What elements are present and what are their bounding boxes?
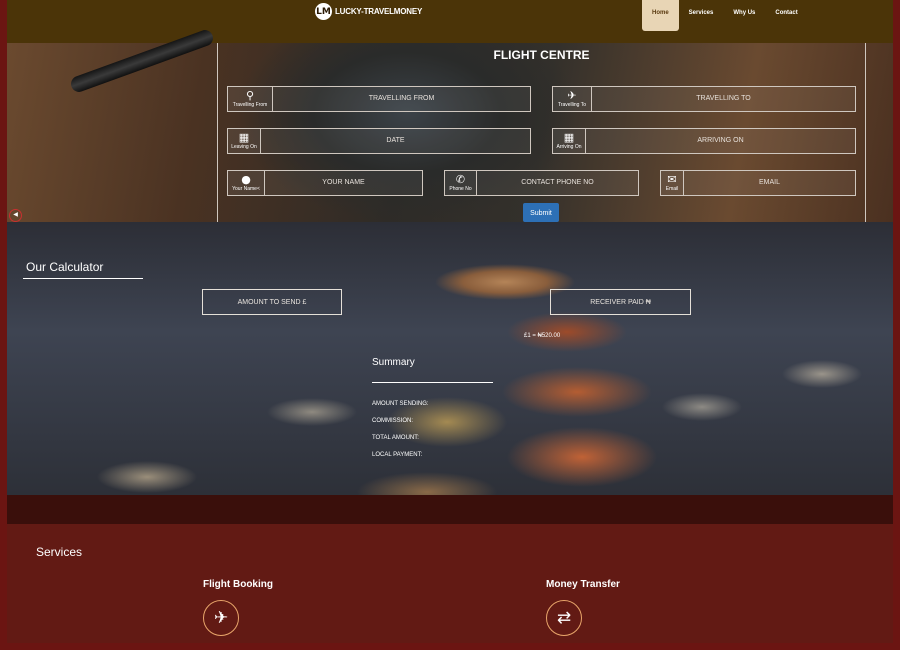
flight-centre-section: ◀ FLIGHT CENTRE ⚲ Travelling From TRAVEL… [7, 27, 893, 222]
your-name-input[interactable]: YOUR NAME [265, 170, 423, 196]
phone-label: Phone No [449, 186, 472, 192]
plane-icon[interactable]: ✈ [203, 600, 239, 636]
email-label: Email [665, 186, 679, 192]
phone-group: ✆ Phone No CONTACT PHONE NO [444, 170, 639, 196]
leaving-on-label: Leaving On [231, 144, 257, 150]
email-icon-box: ✉ Email [660, 170, 684, 196]
arriving-on-group: ▦ Arriving On ARRIVING ON [552, 128, 856, 154]
email-input[interactable]: EMAIL [684, 170, 856, 196]
brand-name: LUCKY-TRAVELMONEY [335, 7, 423, 16]
summary-title: Summary [372, 357, 415, 368]
travelling-to-label: Travelling To [557, 102, 587, 108]
logo-badge: LM [315, 3, 332, 20]
leaving-on-group: ▦ Leaving On DATE [227, 128, 531, 154]
phone-icon: ✆ [455, 173, 466, 186]
service-flight-booking-label[interactable]: Flight Booking [203, 579, 273, 590]
summary-local-payment: LOCAL PAYMENT: [372, 452, 423, 458]
your-name-group: ● Your Name< YOUR NAME [227, 170, 423, 196]
exchange-rate-text: £1 = ₦520.00 [524, 333, 561, 339]
travelling-to-icon-box: ✈ Travelling To [552, 86, 592, 112]
amount-to-send-input[interactable]: AMOUNT TO SEND £ [202, 289, 342, 315]
arriving-on-label: Arriving On [556, 144, 582, 150]
nav-item-contact[interactable]: Contact [765, 0, 807, 31]
services-title: Services [36, 545, 83, 559]
top-navbar: LM LUCKY-TRAVELMONEY Home Services Why U… [7, 0, 893, 43]
service-money-transfer-label[interactable]: Money Transfer [546, 579, 620, 590]
travelling-to-input[interactable]: TRAVELLING TO [592, 86, 856, 112]
calendar-icon: ▦ [238, 131, 250, 144]
leaving-date-input[interactable]: DATE [261, 128, 531, 154]
map-marker-icon: ⚲ [245, 89, 255, 102]
nav-menu: Home Services Why Us Contact [642, 0, 808, 31]
nav-item-services[interactable]: Services [679, 0, 724, 31]
summary-commission: COMMISSION: [372, 418, 414, 424]
plane-icon: ✈ [567, 89, 577, 102]
nav-item-why-us[interactable]: Why Us [723, 0, 765, 31]
page-frame: LM LUCKY-TRAVELMONEY Home Services Why U… [7, 0, 893, 643]
calendar-icon: ▦ [563, 131, 575, 144]
your-name-label: Your Name< [232, 186, 260, 192]
submit-button[interactable]: Submit [523, 203, 559, 222]
travelling-from-icon-box: ⚲ Travelling From [227, 86, 273, 112]
travelling-from-group: ⚲ Travelling From TRAVELLING FROM [227, 86, 531, 112]
summary-underline [372, 382, 493, 383]
your-name-icon-box: ● Your Name< [227, 170, 265, 196]
phone-icon-box: ✆ Phone No [444, 170, 477, 196]
section-divider-band [7, 495, 893, 524]
phone-input[interactable]: CONTACT PHONE NO [477, 170, 639, 196]
summary-amount-sending: AMOUNT SENDING: [372, 401, 429, 407]
flight-form-panel: FLIGHT CENTRE ⚲ Travelling From TRAVELLI… [217, 43, 866, 222]
exchange-icon[interactable]: ⇄ [546, 600, 582, 636]
travelling-from-input[interactable]: TRAVELLING FROM [273, 86, 531, 112]
brand-logo[interactable]: LM LUCKY-TRAVELMONEY [315, 3, 422, 20]
arriving-on-icon-box: ▦ Arriving On [552, 128, 586, 154]
envelope-icon: ✉ [667, 173, 677, 186]
travelling-to-group: ✈ Travelling To TRAVELLING TO [552, 86, 856, 112]
user-icon: ● [241, 173, 251, 186]
calculator-section: Our Calculator AMOUNT TO SEND £ RECEIVER… [7, 222, 893, 495]
summary-total-amount: TOTAL AMOUNT: [372, 435, 419, 441]
email-group: ✉ Email EMAIL [660, 170, 856, 196]
flight-centre-title: FLIGHT CENTRE [493, 48, 590, 62]
arriving-date-input[interactable]: ARRIVING ON [586, 128, 856, 154]
slider-prev-arrow[interactable]: ◀ [9, 209, 22, 222]
calculator-title: Our Calculator [26, 260, 104, 274]
calculator-title-underline [23, 278, 143, 279]
services-section: Services Flight Booking ✈ Money Transfer… [7, 524, 893, 643]
receiver-paid-input[interactable]: RECEIVER PAID ₦ [550, 289, 691, 315]
nav-item-home[interactable]: Home [642, 0, 679, 31]
leaving-on-icon-box: ▦ Leaving On [227, 128, 261, 154]
travelling-from-label: Travelling From [232, 102, 268, 108]
